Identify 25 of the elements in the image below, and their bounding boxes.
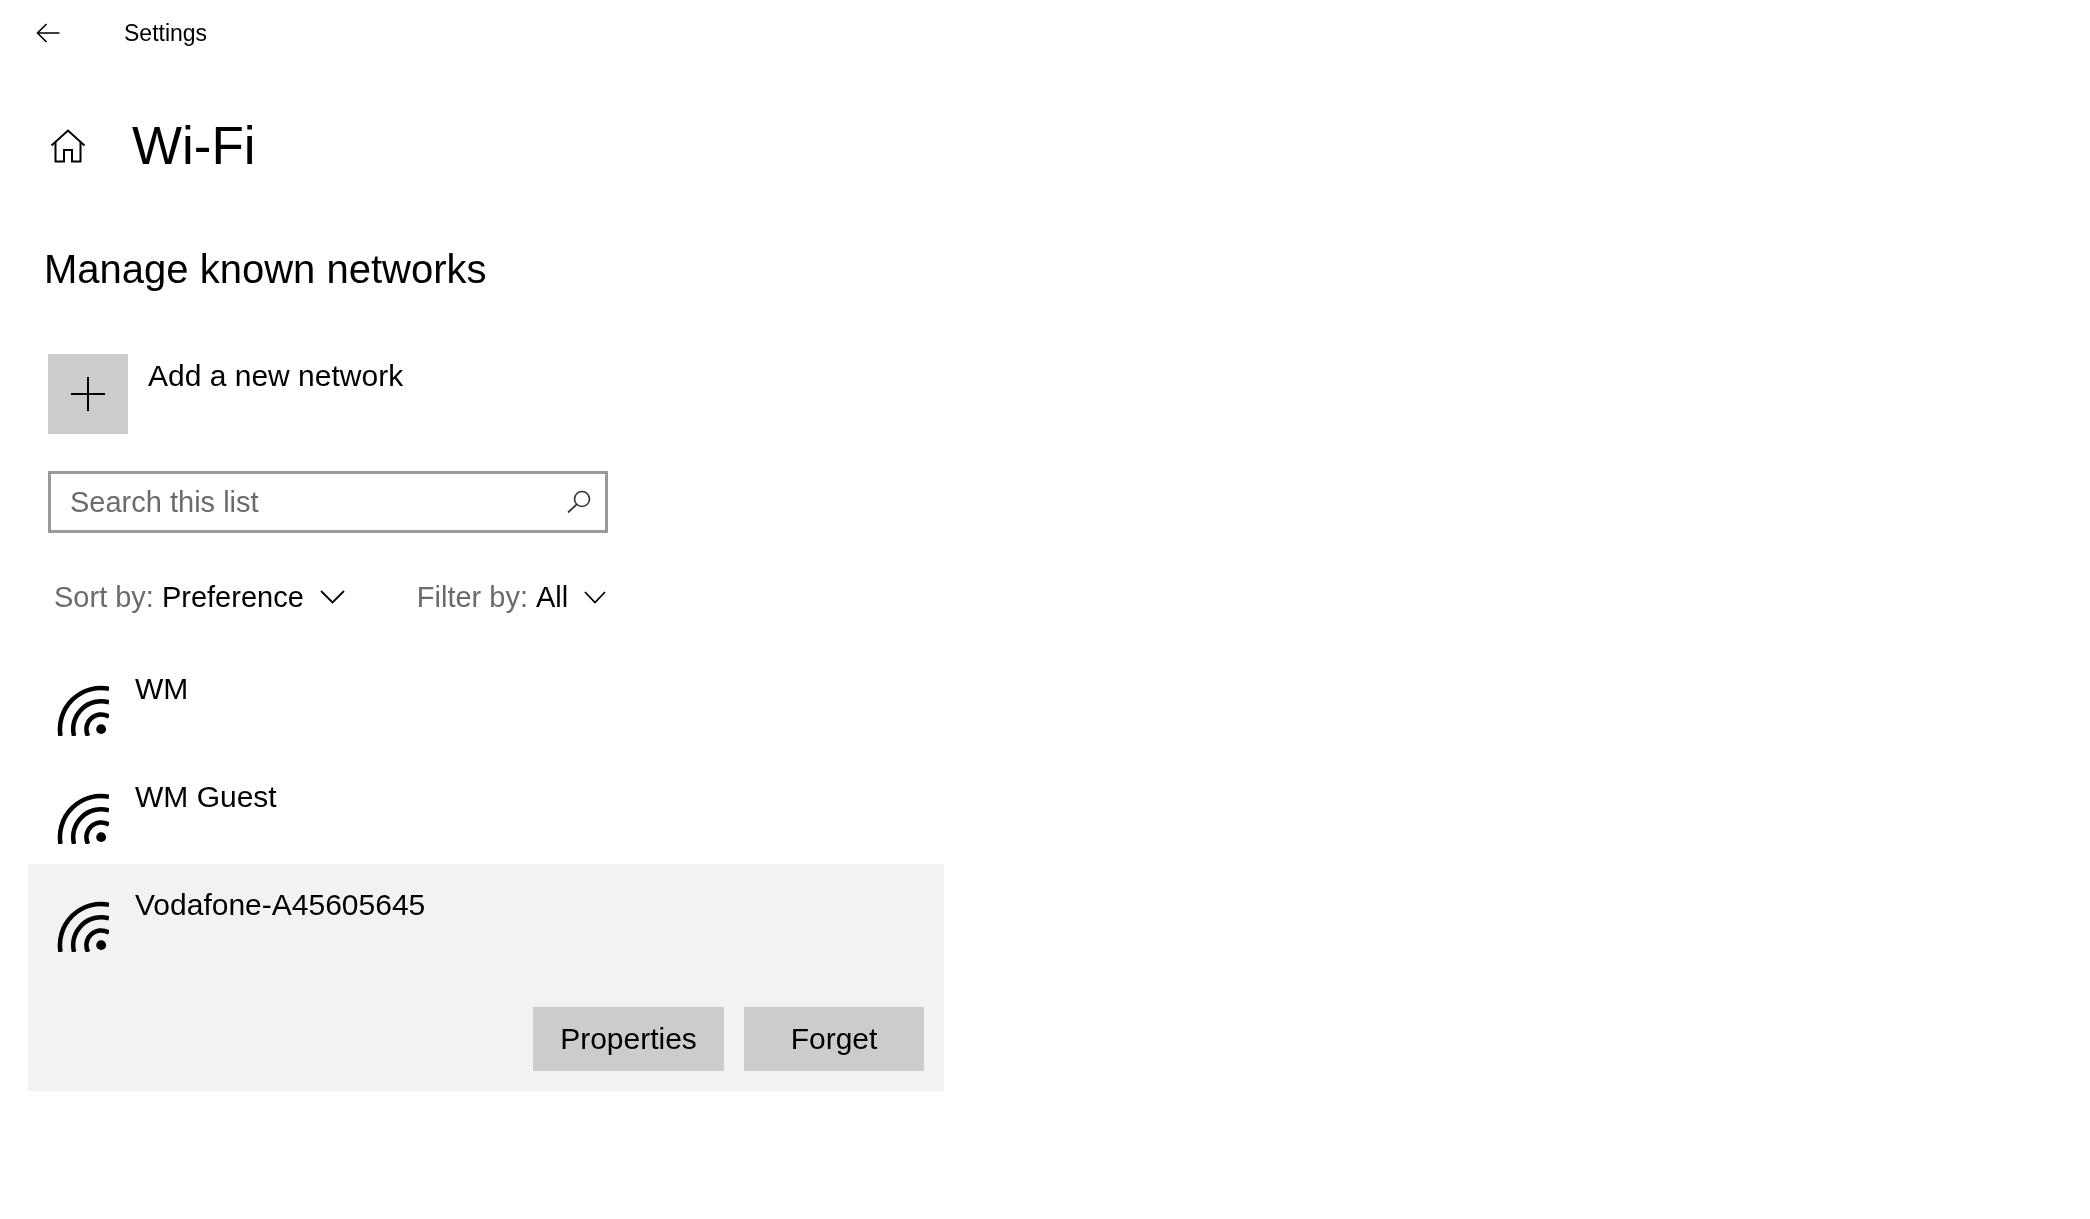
- wifi-signal-icon: [56, 684, 109, 736]
- network-list-item[interactable]: Vodafone-A45605645 Properties Forget: [28, 864, 944, 1091]
- properties-button[interactable]: Properties: [533, 1007, 724, 1071]
- filter-dropdown[interactable]: Filter by: All: [416, 582, 607, 612]
- section-title: Manage known networks: [44, 249, 487, 289]
- arrow-left-icon: [36, 23, 60, 43]
- search-icon[interactable]: [567, 490, 591, 513]
- chevron-down-icon: [319, 590, 345, 604]
- add-network-button[interactable]: Add a new network: [48, 354, 404, 434]
- sort-dropdown[interactable]: Sort by: Preference: [54, 582, 345, 612]
- home-icon[interactable]: [50, 128, 86, 163]
- plus-icon: [48, 354, 128, 434]
- wifi-signal-icon: [56, 900, 109, 952]
- network-list-item[interactable]: WM: [28, 648, 944, 756]
- page-title: Wi-Fi: [132, 119, 256, 172]
- forget-button[interactable]: Forget: [744, 1007, 924, 1071]
- network-name: WM: [135, 674, 189, 704]
- search-field[interactable]: Search this list: [48, 471, 608, 533]
- network-list-item[interactable]: WM Guest: [28, 756, 944, 864]
- app-title: Settings: [124, 21, 208, 45]
- back-button[interactable]: [36, 23, 60, 43]
- chevron-down-icon: [584, 590, 607, 604]
- network-name: WM Guest: [135, 782, 277, 812]
- network-name: Vodafone-A45605645: [135, 890, 426, 920]
- wifi-signal-icon: [56, 792, 109, 844]
